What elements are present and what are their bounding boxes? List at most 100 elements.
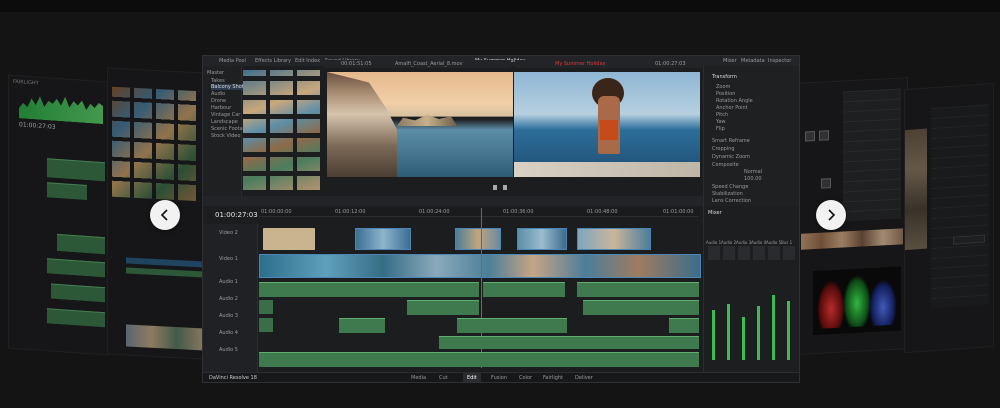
ruler-mark: 01:00:00:00 <box>261 209 292 215</box>
tab-cut[interactable]: Cut <box>439 375 448 381</box>
carousel-next-button[interactable] <box>816 200 846 230</box>
play-icon[interactable] <box>493 185 497 190</box>
tab-deliver[interactable]: Deliver <box>575 375 593 381</box>
inspector-field: Rotation Angle <box>716 98 753 104</box>
track-label[interactable]: Video 2 <box>219 230 238 236</box>
toolbar-mixer[interactable]: Mixer <box>723 58 737 64</box>
video-clip[interactable] <box>263 228 315 250</box>
mixer-level-meter <box>742 317 745 360</box>
inspector-section[interactable]: Dynamic Zoom <box>712 154 750 160</box>
page-tab-bar: DaVinci Resolve 18 Media Cut Edit Fusion… <box>203 372 799 382</box>
bin-item[interactable]: Audio <box>211 91 225 97</box>
bin-item[interactable]: Master <box>207 70 224 76</box>
transport-controls[interactable] <box>327 184 701 192</box>
audio-clip[interactable] <box>407 300 479 315</box>
audio-clip[interactable] <box>583 300 699 315</box>
mixer-level-meter <box>712 310 715 360</box>
tab-fairlight[interactable]: Fairlight <box>543 375 563 381</box>
program-viewer-header: My Summer Holiday 01:00:27:03 <box>515 60 701 68</box>
media-preview-strip <box>126 324 202 351</box>
tab-media[interactable]: Media <box>411 375 426 381</box>
track-label[interactable]: Video 1 <box>219 256 238 262</box>
audio-clip[interactable] <box>457 318 567 333</box>
tab-edit[interactable]: Edit <box>463 373 481 382</box>
ruler-mark: 01:00:12:00 <box>335 209 366 215</box>
tab-fusion[interactable]: Fusion <box>491 375 507 381</box>
inspector-section[interactable]: Stabilization <box>712 191 743 197</box>
fairlight-panel: FAIRLIGHT 01:00:27:03 <box>8 74 108 356</box>
toolbar-media-pool[interactable]: Media Pool <box>219 58 246 64</box>
inspector-field: Zoom <box>716 84 731 90</box>
audio-clip[interactable] <box>483 282 565 297</box>
edit-page-window: Media Pool Effects Library Edit Index So… <box>202 55 800 383</box>
bin-item[interactable]: Stock Video <box>211 133 240 139</box>
media-thumbnail-grid[interactable] <box>112 86 200 202</box>
composite-mode[interactable]: Normal <box>744 169 762 175</box>
source-timecode: 00:01:51:05 <box>341 61 372 67</box>
audio-clip[interactable] <box>259 300 273 314</box>
fairlight-title: FAIRLIGHT <box>13 78 39 87</box>
inspector-field: Pitch <box>716 112 729 118</box>
track-headers: Video 2 Video 1 Audio 1 Audio 2 Audio 3 … <box>203 224 258 374</box>
audio-clip[interactable] <box>259 282 479 297</box>
inspector-section[interactable]: Lens Correction <box>712 198 751 204</box>
video-clip[interactable] <box>355 228 411 250</box>
mixer-meters <box>704 266 799 374</box>
bin-item[interactable]: Drone <box>211 98 226 104</box>
toolbar-metadata[interactable]: Metadata <box>741 58 765 64</box>
audio-clip[interactable] <box>577 282 699 297</box>
bin-item[interactable]: Landscape <box>211 119 238 125</box>
bin-item[interactable]: Harbour <box>211 105 231 111</box>
mixer-channel: Audio 4 <box>751 240 767 245</box>
carousel-prev-button[interactable] <box>150 200 180 230</box>
program-name: My Summer Holiday <box>555 61 606 67</box>
inspector-section[interactable]: Smart Reframe <box>712 138 750 144</box>
tab-color[interactable]: Color <box>519 375 532 381</box>
media-pool-thumbnails[interactable] <box>243 70 323 190</box>
mixer-level-meter <box>787 301 790 360</box>
timeline-tracks[interactable] <box>259 208 701 368</box>
mixer-panel: Mixer Audio 1 Audio 2 Audio 3 Audio 4 Au… <box>703 206 799 374</box>
track-label[interactable]: Audio 3 <box>219 313 238 319</box>
track-label[interactable]: Audio 4 <box>219 330 238 336</box>
inspector-section[interactable]: Cropping <box>712 146 735 152</box>
opacity-value[interactable]: 100.00 <box>744 176 762 182</box>
color-settings-list <box>931 104 989 309</box>
video-clip[interactable] <box>517 228 567 250</box>
fusion-panel <box>798 77 908 355</box>
audio-clip[interactable] <box>259 318 273 332</box>
video-clip[interactable] <box>577 228 651 250</box>
toolbar-effects[interactable]: Effects Library <box>255 58 291 64</box>
color-scope <box>813 266 901 336</box>
toolbar-inspector[interactable]: Inspector <box>768 58 791 64</box>
chevron-right-icon <box>828 209 836 221</box>
audio-clip[interactable] <box>669 318 699 333</box>
bin-item[interactable]: Vintage Car <box>211 112 240 118</box>
bin-list: Master Takes Balcony Shot Audio Drone Ha… <box>203 66 249 206</box>
mixer-channel: Bus 1 <box>781 240 793 245</box>
inspector-section[interactable]: Composite <box>712 162 739 168</box>
mixer-channel: Audio 3 <box>736 240 752 245</box>
toolbar-edit-index[interactable]: Edit Index <box>295 58 320 64</box>
color-panel <box>904 82 994 354</box>
inspector-panel: Transform Zoom Position Rotation Angle A… <box>703 66 799 206</box>
level-meters <box>19 92 103 124</box>
track-label[interactable]: Audio 2 <box>219 296 238 302</box>
color-clip-strip <box>801 228 903 250</box>
video-clip[interactable] <box>455 228 501 250</box>
track-label[interactable]: Audio 1 <box>219 279 238 285</box>
audio-clip[interactable] <box>439 336 699 349</box>
stop-icon[interactable] <box>503 185 507 190</box>
bin-item[interactable]: Balcony Shot <box>211 84 244 90</box>
inspector-section[interactable]: Speed Change <box>712 184 748 190</box>
timeline-ruler[interactable]: 01:00:00:00 01:00:12:00 01:00:24:00 01:0… <box>259 208 699 217</box>
video-clip-track[interactable] <box>259 254 701 278</box>
audio-clip[interactable] <box>259 352 699 367</box>
timeline-timecode: 01:00:27:03 <box>215 211 258 219</box>
source-viewer[interactable] <box>327 72 513 177</box>
program-timecode: 01:00:27:03 <box>655 61 686 67</box>
audio-clip[interactable] <box>339 318 385 333</box>
program-viewer[interactable] <box>514 72 700 177</box>
track-label[interactable]: Audio 5 <box>219 347 238 353</box>
source-clip-name: Amalfi_Coast_Aerial_8.mov <box>395 61 463 67</box>
